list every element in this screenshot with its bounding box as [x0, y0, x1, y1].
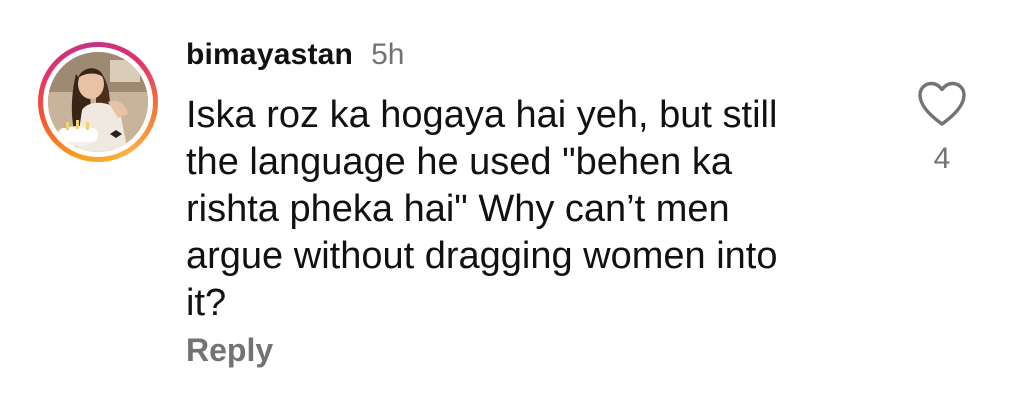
reply-button[interactable]: Reply [186, 332, 273, 369]
like-count: 4 [933, 142, 951, 175]
avatar[interactable] [48, 52, 148, 152]
comment-text: Iska roz ka hogaya hai yeh, but still th… [186, 94, 778, 324]
comment-timestamp: 5h [371, 38, 405, 71]
like-button[interactable] [916, 80, 968, 128]
avatar-photo-image [48, 52, 148, 152]
heart-outline-icon [918, 81, 966, 126]
comment-item: bimayastan 5h Iska roz ka hogaya hai yeh… [0, 0, 1024, 402]
username-link[interactable]: bimayastan [186, 38, 353, 72]
avatar-story-ring[interactable] [38, 42, 158, 162]
comment-header: bimayastan 5h [186, 38, 404, 78]
